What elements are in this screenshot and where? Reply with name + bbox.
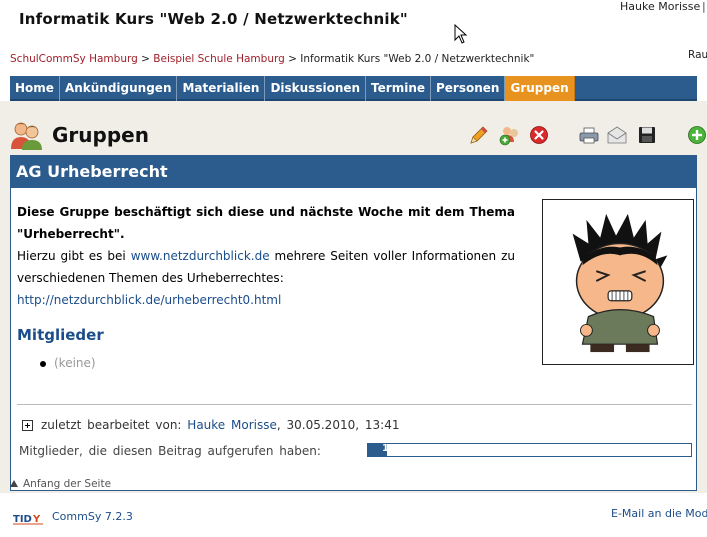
breadcrumb-item-school[interactable]: Beispiel Schule Hamburg bbox=[153, 53, 285, 65]
tab-dates[interactable]: Termine bbox=[366, 76, 431, 101]
viewers-count: 1 bbox=[382, 443, 389, 454]
members-heading: Mitglieder bbox=[17, 326, 104, 344]
footer: TID Y CommSy 7.2.3 E-Mail an die Mode bbox=[0, 493, 707, 537]
action-toolbar bbox=[456, 121, 706, 147]
breadcrumb-item-current: Informatik Kurs "Web 2.0 / Netzwerktechn… bbox=[300, 53, 535, 65]
breadcrumb-item-portal[interactable]: SchulCommSy Hamburg bbox=[10, 53, 138, 65]
add-member-icon[interactable] bbox=[498, 124, 520, 146]
content-area: Gruppen AG Urheberrecht Diese Gruppe bes… bbox=[0, 101, 707, 493]
edited-prefix: zuletzt bearbeitet von: bbox=[41, 418, 182, 432]
tab-persons[interactable]: Personen bbox=[431, 76, 506, 101]
arrow-up-icon bbox=[10, 480, 18, 487]
breadcrumb-row: SchulCommSy Hamburg > Beispiel Schule Ha… bbox=[0, 44, 707, 72]
email-icon[interactable] bbox=[606, 124, 628, 146]
breadcrumb-right-text[interactable]: Rau bbox=[688, 49, 707, 61]
site-title: Informatik Kurs "Web 2.0 / Netzwerktechn… bbox=[19, 10, 408, 28]
top-header: Informatik Kurs "Web 2.0 / Netzwerktechn… bbox=[0, 0, 707, 44]
description-bold: Diese Gruppe beschäftigt sich diese und … bbox=[17, 205, 515, 241]
edited-by-link[interactable]: Hauke Morisse bbox=[187, 418, 277, 432]
tab-groups[interactable]: Gruppen bbox=[505, 76, 575, 101]
email-moderation-link[interactable]: E-Mail an die Mode bbox=[611, 507, 707, 520]
external-url-link[interactable]: http://netzdurchblick.de/urheberrecht0.h… bbox=[17, 293, 281, 307]
tab-discussions[interactable]: Diskussionen bbox=[265, 76, 367, 101]
new-item-icon[interactable] bbox=[686, 124, 707, 146]
print-icon[interactable] bbox=[578, 124, 600, 146]
back-to-top-link[interactable]: Anfang der Seite bbox=[10, 478, 111, 490]
breadcrumb: SchulCommSy Hamburg > Beispiel Schule Ha… bbox=[10, 53, 534, 65]
group-card: AG Urheberrecht Diese Gruppe beschäftigt… bbox=[10, 155, 697, 491]
group-title: AG Urheberrecht bbox=[11, 156, 696, 188]
groups-icon bbox=[11, 122, 42, 150]
save-icon[interactable] bbox=[636, 124, 658, 146]
group-avatar bbox=[542, 199, 694, 365]
tab-home[interactable]: Home bbox=[10, 76, 60, 101]
list-bullet-icon bbox=[40, 361, 46, 367]
user-name-link[interactable]: Hauke Morisse bbox=[620, 0, 700, 13]
breadcrumb-separator: > bbox=[141, 53, 150, 65]
edited-time: 13:41 bbox=[364, 418, 400, 432]
user-separator: | bbox=[702, 0, 706, 13]
viewers-label: Mitglieder, die diesen Beitrag aufgerufe… bbox=[19, 444, 321, 458]
pencil-edit-icon[interactable] bbox=[468, 124, 490, 146]
viewers-progress-bar: 1 bbox=[367, 443, 692, 457]
main-nav: Home Ankündigungen Materialien Diskussio… bbox=[10, 76, 697, 101]
members-empty: (keine) bbox=[54, 356, 96, 370]
expand-plus-icon[interactable] bbox=[22, 420, 33, 431]
last-edited-info: zuletzt bearbeitet von: Hauke Morisse, 3… bbox=[41, 418, 400, 432]
svg-text:Y: Y bbox=[32, 514, 41, 525]
description-link[interactable]: www.netzdurchblick.de bbox=[131, 249, 270, 263]
page-title: Gruppen bbox=[52, 123, 149, 147]
description-pre: Hierzu gibt es bei bbox=[17, 249, 131, 263]
divider bbox=[17, 404, 692, 405]
tab-announcements[interactable]: Ankündigungen bbox=[60, 76, 178, 101]
breadcrumb-separator: > bbox=[288, 53, 297, 65]
mouse-cursor-icon bbox=[454, 24, 468, 44]
delete-icon[interactable] bbox=[528, 124, 550, 146]
group-avatar-image bbox=[572, 213, 668, 353]
group-description: Diese Gruppe beschäftigt sich diese und … bbox=[17, 201, 515, 311]
tidy-logo: TID Y bbox=[13, 511, 43, 525]
tab-materials[interactable]: Materialien bbox=[177, 76, 266, 101]
svg-text:TID: TID bbox=[13, 514, 32, 525]
commsy-version-link[interactable]: CommSy 7.2.3 bbox=[52, 510, 133, 523]
edited-date: 30.05.2010, bbox=[286, 418, 360, 432]
title-row: Gruppen bbox=[10, 119, 706, 153]
